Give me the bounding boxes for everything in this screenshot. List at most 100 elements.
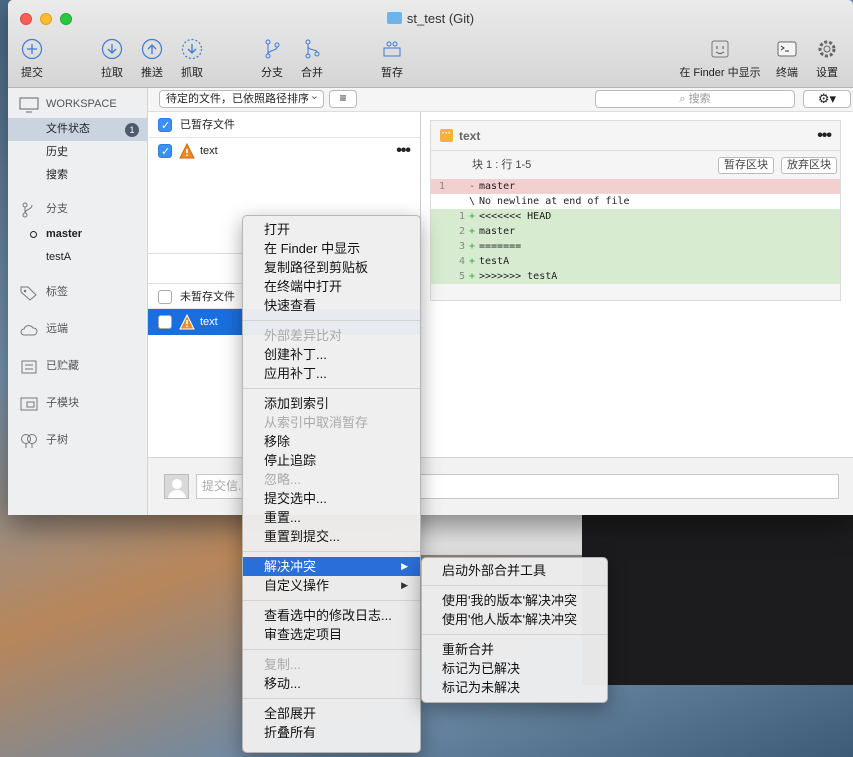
tags-label: 标签 [46, 286, 68, 298]
hunk-header: 块 1 : 行 1-5 暂存区块 放弃区块 [431, 151, 840, 179]
diff-sign: + [469, 256, 476, 267]
menu-item-commit-selected[interactable]: 提交选中... [243, 489, 420, 508]
diff-sign: + [469, 241, 476, 252]
terminal-label: 终端 [776, 67, 798, 79]
unstaged-header-label: 未暂存文件 [180, 291, 235, 303]
stash-button[interactable]: 暂存 [368, 38, 416, 80]
menu-item-show-in-finder[interactable]: 在 Finder 中显示 [243, 239, 420, 258]
new-line-number: 4 [458, 256, 465, 267]
merge-button[interactable]: 合并 [288, 38, 336, 80]
menu-item-log-selected[interactable]: 查看选中的修改日志... [243, 606, 420, 625]
old-line-number: 1 [438, 181, 445, 192]
fetch-button[interactable]: 抓取 [168, 38, 216, 80]
menu-separator [243, 649, 420, 650]
menu-item-annotate-selected[interactable]: 审查选定项目 [243, 625, 420, 644]
sidebar-item-branch-master[interactable]: master [8, 223, 147, 246]
menu-item-add-to-index[interactable]: 添加到索引 [243, 394, 420, 413]
menu-item-apply-patch[interactable]: 应用补丁... [243, 364, 420, 383]
sidebar-subtrees-header[interactable]: 子树 [8, 426, 147, 454]
commit-button[interactable]: 提交 [8, 38, 56, 80]
file-status-badge: 1 [125, 123, 139, 137]
diff-line-text: master [479, 226, 516, 237]
diff-view: ··· text ••• 块 1 : 行 1-5 暂存区块 放弃区块 1 - mas… [430, 120, 841, 301]
menu-item-ignore: 忽略... [264, 472, 301, 487]
sidebar-item-history[interactable]: 历史 [8, 141, 147, 164]
sidebar-remotes-header[interactable]: 远端 [8, 315, 147, 343]
sidebar-branches-header[interactable]: 分支 [8, 195, 147, 223]
settings-button[interactable]: 设置 [803, 38, 851, 80]
context-menu: 打开 在 Finder 中显示 复制路径到剪贴板 在终端中打开 快速查看 外部差… [242, 215, 421, 753]
branch-testA-label: testA [46, 251, 72, 263]
staged-file-more-button[interactable]: ••• [396, 138, 411, 164]
diff-file-header: ··· text ••• [431, 121, 840, 151]
menu-separator [243, 320, 420, 321]
sidebar-stashes-header[interactable]: 已贮藏 [8, 352, 147, 380]
menu-item-mark-resolved[interactable]: 标记为已解决 [422, 659, 607, 678]
pull-arrow-icon [101, 38, 123, 60]
list-view-button[interactable]: ≡ [329, 90, 357, 108]
menu-item-open-in-terminal[interactable]: 在终端中打开 [243, 277, 420, 296]
menu-item-quick-look[interactable]: 快速查看 [243, 296, 420, 315]
diff-line-text: testA [479, 256, 510, 267]
staged-all-checkbox[interactable] [158, 113, 172, 139]
menu-item-resolve-theirs[interactable]: 使用'他人版本'解决冲突 [422, 610, 607, 629]
menu-item-expand-all[interactable]: 全部展开 [243, 704, 420, 723]
sort-select[interactable]: 待定的文件，已依照路径排序 [159, 88, 324, 108]
menu-item-external-diff: 外部差异比对 [264, 328, 343, 343]
menu-item-create-patch[interactable]: 创建补丁... [243, 345, 420, 364]
stash-icon [19, 358, 39, 374]
menu-item-resolve-conflicts[interactable]: 解决冲突 ▶ [243, 557, 420, 576]
toolbar: st_test (Git) 提交 拉取 推送 抓取 分支 合并 暂存 在 Fin… [8, 0, 853, 88]
unstaged-file-name: text [200, 316, 218, 328]
menu-item-stop-tracking[interactable]: 停止追踪 [243, 451, 420, 470]
background-window [418, 515, 582, 555]
monitor-icon [19, 96, 39, 113]
file-status-label: 文件状态 [46, 123, 90, 135]
subtree-icon [19, 432, 39, 448]
menu-item-collapse-all[interactable]: 折叠所有 [243, 723, 420, 742]
diff-sign: + [469, 226, 476, 237]
staged-files-header: 已暂存文件 [148, 112, 420, 139]
stage-hunk-button[interactable]: 暂存区块 [718, 157, 774, 174]
diff-more-button[interactable]: ••• [817, 121, 832, 151]
show-in-finder-button[interactable]: 在 Finder 中显示 [672, 38, 768, 80]
sidebar-submodules-header[interactable]: 子模块 [8, 389, 147, 417]
menu-item-reset-to-commit[interactable]: 重置到提交... [243, 527, 420, 546]
filter-bar: 待定的文件，已依照路径排序 ≡ ⌕ 搜索 ⚙▾ [148, 88, 853, 112]
menu-item-resolve-mine[interactable]: 使用'我的版本'解决冲突 [422, 591, 607, 610]
diff-line: 1 + <<<<<<< HEAD [431, 209, 840, 224]
sidebar: WORKSPACE 文件状态 1 历史 搜索 分支 master testA 标… [8, 88, 148, 515]
branch-icon [261, 38, 283, 60]
submenu-arrow-icon: ▶ [401, 580, 408, 590]
menu-item-copy-path[interactable]: 复制路径到剪贴板 [243, 258, 420, 277]
workspace-label: WORKSPACE [46, 98, 117, 110]
options-gear-button[interactable]: ⚙▾ [803, 90, 851, 108]
unstaged-file-checkbox[interactable] [158, 315, 172, 329]
sidebar-item-branch-testA[interactable]: testA [8, 246, 147, 269]
terminal-icon [776, 38, 798, 60]
sidebar-item-file-status[interactable]: 文件状态 1 [8, 118, 147, 141]
menu-item-remove[interactable]: 移除 [243, 432, 420, 451]
sidebar-item-search[interactable]: 搜索 [8, 164, 147, 187]
search-label: 搜索 [46, 169, 68, 181]
menu-item-move[interactable]: 移动... [243, 674, 420, 693]
unstaged-all-checkbox[interactable] [158, 290, 172, 304]
submodule-icon [19, 395, 39, 411]
sidebar-tags-header[interactable]: 标签 [8, 278, 147, 306]
discard-hunk-button[interactable]: 放弃区块 [781, 157, 837, 174]
search-input[interactable]: ⌕ 搜索 [595, 90, 795, 108]
staged-file-checkbox[interactable] [158, 139, 172, 165]
conflict-warning-icon [179, 314, 195, 330]
menu-item-reset[interactable]: 重置... [243, 508, 420, 527]
menu-item-launch-merge-tool[interactable]: 启动外部合并工具 [422, 561, 607, 580]
diff-sign: - [469, 181, 476, 192]
resolve-conflicts-label: 解决冲突 [264, 559, 317, 574]
staged-file-row[interactable]: text ••• [148, 138, 420, 165]
diff-line: 4 + testA [431, 254, 840, 269]
menu-item-restart-merge[interactable]: 重新合并 [422, 640, 607, 659]
file-type-icon: ··· [440, 129, 453, 142]
menu-item-custom-actions[interactable]: 自定义操作 ▶ [243, 576, 420, 595]
folder-icon [386, 12, 402, 24]
menu-item-mark-unresolved[interactable]: 标记为未解决 [422, 678, 607, 697]
menu-item-open[interactable]: 打开 [243, 220, 420, 239]
